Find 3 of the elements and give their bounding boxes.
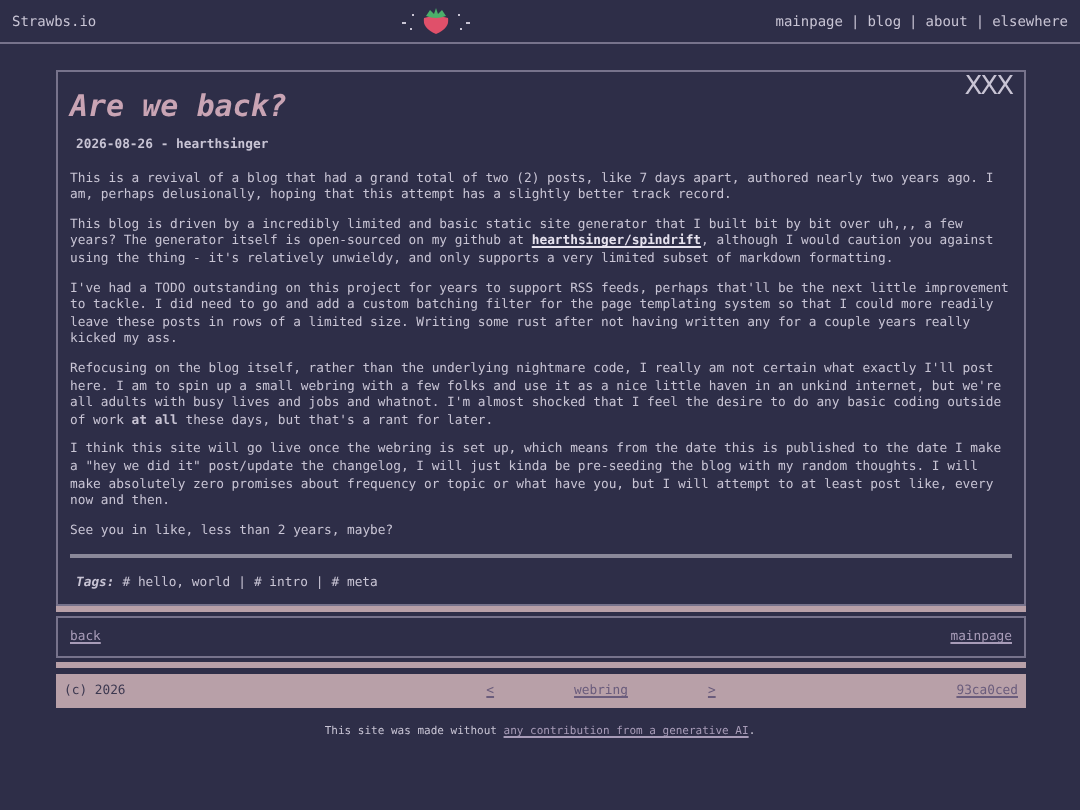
post-title: Are we back? — [70, 88, 287, 124]
strawberry-icon — [399, 7, 472, 35]
post-mark: XXX — [964, 80, 1012, 98]
